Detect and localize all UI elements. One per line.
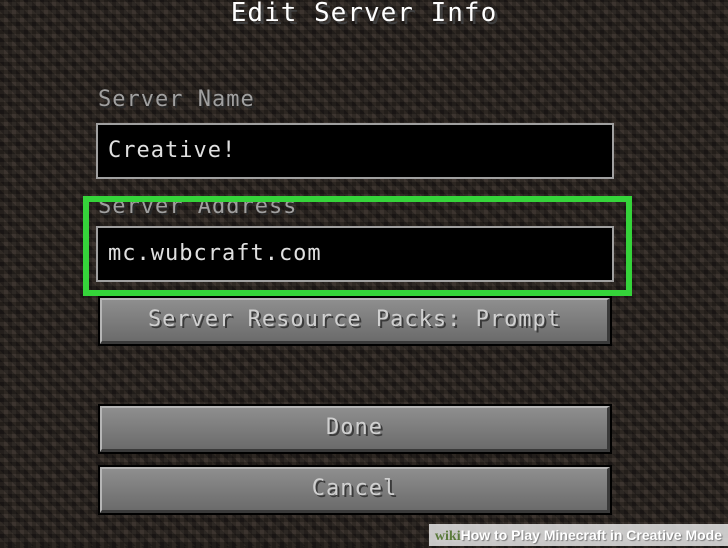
done-button[interactable]: Done bbox=[98, 404, 612, 454]
resource-packs-button[interactable]: Server Resource Packs: Prompt bbox=[98, 296, 612, 346]
server-address-highlight-box bbox=[83, 196, 632, 296]
wikihow-watermark: wikiHow to Play Minecraft in Creative Mo… bbox=[428, 524, 728, 546]
watermark-brand: wiki bbox=[434, 529, 461, 544]
screen-title: Edit Server Info bbox=[230, 0, 498, 28]
server-name-label: Server Name bbox=[98, 87, 255, 112]
cancel-button[interactable]: Cancel bbox=[98, 465, 612, 515]
watermark-how: How bbox=[460, 527, 491, 543]
server-name-value: Creative! bbox=[108, 138, 237, 163]
watermark-text: to Play Minecraft in Creative Mode bbox=[490, 527, 722, 543]
server-name-input[interactable]: Creative! bbox=[96, 123, 614, 179]
edit-server-info-screen: Edit Server Info Server Name Creative! S… bbox=[0, 0, 728, 546]
